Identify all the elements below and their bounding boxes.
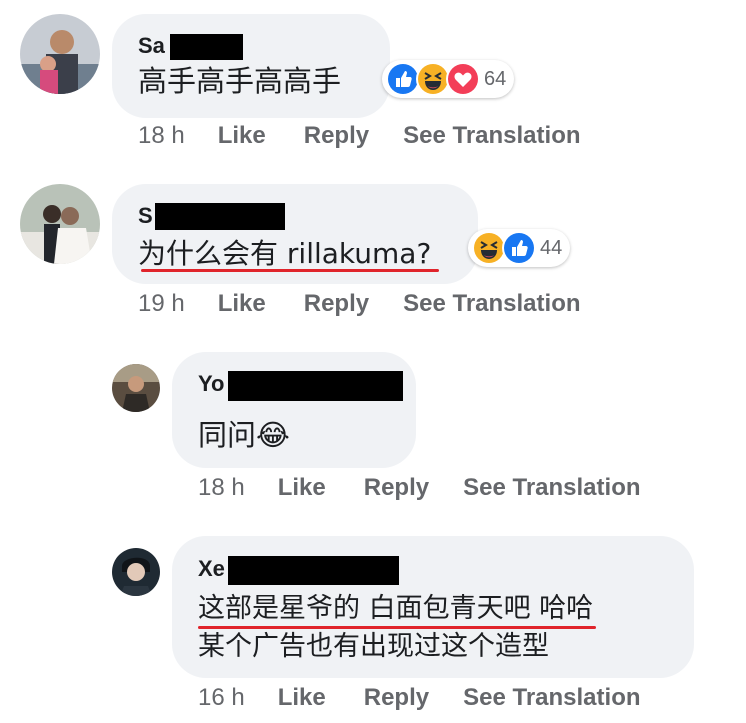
comment-actions: 18 h Like Reply See Translation	[198, 474, 641, 502]
red-underline	[141, 269, 439, 272]
reply-button[interactable]: Reply	[364, 474, 429, 502]
author-name[interactable]: Sa	[138, 33, 165, 59]
comment-text: 高手高手高高手	[138, 64, 342, 98]
comment-actions: 19 h Like Reply See Translation	[138, 290, 581, 318]
see-translation-link[interactable]: See Translation	[403, 290, 580, 318]
reaction-count: 44	[540, 236, 563, 259]
redaction-bar	[228, 371, 403, 401]
see-translation-link[interactable]: See Translation	[463, 474, 640, 502]
author-name[interactable]: S	[138, 203, 153, 229]
timestamp[interactable]: 18 h	[198, 474, 245, 502]
author-name[interactable]: Xe	[198, 556, 225, 582]
reaction-count: 64	[484, 67, 507, 90]
comment-text-line-2: 某个广告也有出现过这个造型	[198, 631, 549, 662]
timestamp[interactable]: 18 h	[138, 122, 185, 150]
reply-button[interactable]: Reply	[364, 684, 429, 712]
haha-icon	[416, 62, 450, 96]
reply-button[interactable]: Reply	[304, 122, 369, 150]
comment-actions: 16 h Like Reply See Translation	[198, 684, 641, 712]
like-button[interactable]: Like	[218, 122, 266, 150]
reply-button[interactable]: Reply	[304, 290, 369, 318]
see-translation-link[interactable]: See Translation	[463, 684, 640, 712]
see-translation-link[interactable]: See Translation	[403, 122, 580, 150]
avatar[interactable]	[112, 364, 160, 412]
reactions-summary[interactable]: 64	[382, 60, 515, 98]
like-button[interactable]: Like	[218, 290, 266, 318]
love-icon	[446, 62, 480, 96]
reactions-summary[interactable]: 44	[468, 229, 571, 267]
comment-text: 同问😂	[198, 418, 290, 452]
comment-text-line-1: 这部是星爷的 白面包青天吧 哈哈	[198, 593, 594, 624]
author-name[interactable]: Yo	[198, 371, 224, 397]
avatar[interactable]	[20, 14, 100, 94]
timestamp[interactable]: 19 h	[138, 290, 185, 318]
avatar[interactable]	[20, 184, 100, 264]
like-icon	[386, 62, 420, 96]
redaction-bar	[155, 203, 285, 230]
like-button[interactable]: Like	[278, 474, 326, 502]
like-button[interactable]: Like	[278, 684, 326, 712]
comment-text: 为什么会有 rillakuma?	[138, 237, 432, 270]
timestamp[interactable]: 16 h	[198, 684, 245, 712]
redaction-bar	[228, 556, 399, 585]
haha-icon	[472, 231, 506, 265]
like-icon	[502, 231, 536, 265]
redaction-bar	[170, 34, 243, 60]
avatar[interactable]	[112, 548, 160, 596]
comment-actions: 18 h Like Reply See Translation	[138, 122, 581, 150]
